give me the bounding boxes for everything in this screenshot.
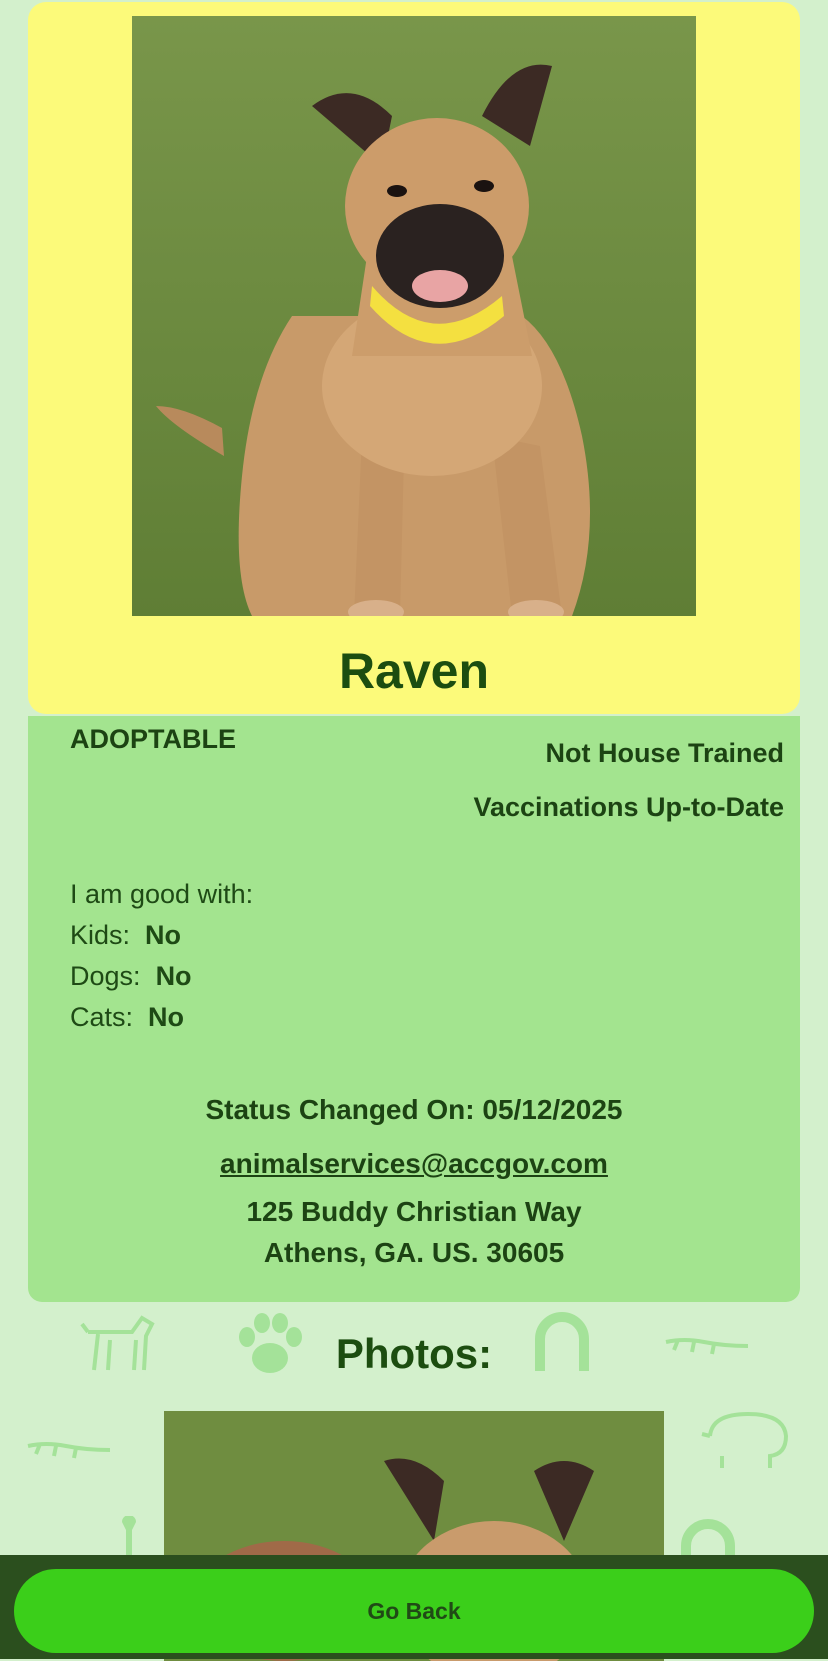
pet-header-card: Raven [28, 2, 800, 714]
pig-icon [701, 1411, 789, 1468]
cats-label: Cats: [70, 1002, 134, 1032]
good-with-kids: Kids: No [70, 915, 253, 956]
contact-email-link[interactable]: animalservices@accgov.com [28, 1148, 800, 1180]
bottom-bar: Go Back [0, 1555, 828, 1659]
dog-photo-illustration [132, 16, 696, 616]
dogs-label: Dogs: [70, 961, 141, 991]
kids-value: No [145, 920, 182, 950]
good-with-dogs: Dogs: No [70, 956, 253, 997]
dogs-value: No [155, 961, 192, 991]
cats-value: No [148, 1002, 185, 1032]
address-line-2: Athens, GA. US. 30605 [263, 1237, 565, 1268]
adoption-status: ADOPTABLE [70, 724, 236, 754]
address-line-1: 125 Buddy Christian Way [246, 1196, 582, 1227]
status-changed-date: Status Changed On: 05/12/2025 [205, 1094, 623, 1125]
go-back-button[interactable]: Go Back [14, 1569, 814, 1653]
pet-info-card: ADOPTABLE Not House Trained Vaccinations… [28, 716, 800, 1302]
pet-photo[interactable] [132, 16, 696, 616]
photos-heading: Photos: [335, 1330, 493, 1377]
pet-name: Raven [338, 643, 490, 699]
kids-label: Kids: [70, 920, 131, 950]
good-with-section: I am good with: Kids: No Dogs: No Cats: … [70, 874, 253, 1038]
good-with-cats: Cats: No [70, 997, 253, 1038]
house-trained-label: Not House Trained [545, 738, 784, 768]
vaccinations-label: Vaccinations Up-to-Date [473, 792, 784, 822]
lizard-icon [27, 1442, 111, 1459]
good-with-heading: I am good with: [70, 879, 254, 909]
